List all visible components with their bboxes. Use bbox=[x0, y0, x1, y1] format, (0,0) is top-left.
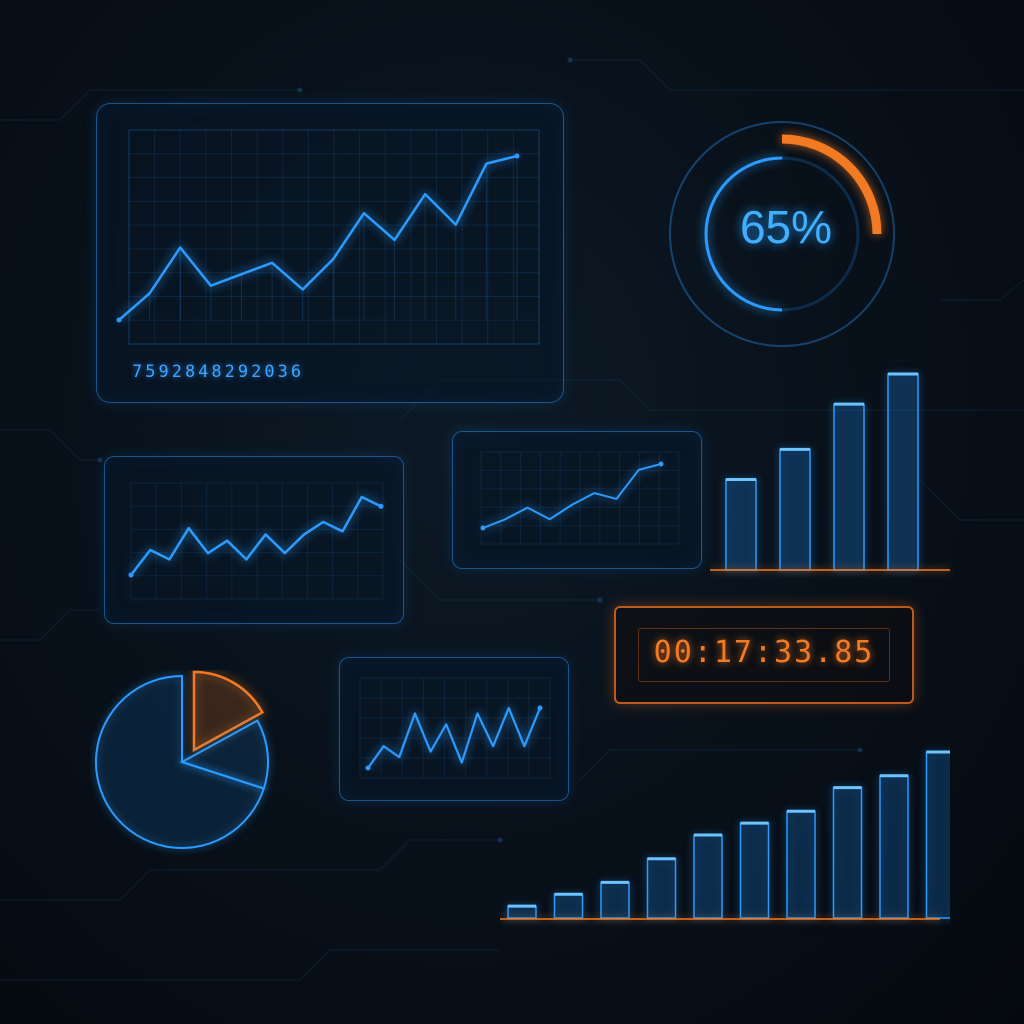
bar-0 bbox=[725, 478, 757, 571]
mini-line-chart-center bbox=[480, 451, 680, 545]
bar-9 bbox=[925, 751, 950, 919]
series-start-point bbox=[116, 317, 122, 323]
digit-readout: 7592848292036 bbox=[132, 362, 305, 382]
bar-2 bbox=[833, 403, 865, 571]
timer-panel: 00:17:33.85 bbox=[614, 606, 914, 704]
bar-7 bbox=[832, 786, 863, 919]
series-start-point bbox=[480, 525, 486, 531]
bar-6 bbox=[786, 810, 816, 919]
gauge-percent-label: 65% bbox=[739, 201, 833, 253]
bar-chart-top bbox=[710, 372, 950, 571]
mini-line-chart-left bbox=[128, 482, 384, 600]
series-line bbox=[118, 154, 518, 321]
bar-3 bbox=[646, 857, 677, 919]
series-end-point bbox=[537, 705, 543, 711]
bar-3 bbox=[887, 373, 919, 571]
series-start-point bbox=[128, 572, 134, 578]
series-line bbox=[130, 495, 382, 576]
series-line bbox=[482, 463, 662, 529]
bar-chart-bottom bbox=[500, 750, 950, 920]
mini-line-chart-left-panel bbox=[104, 456, 404, 624]
mini-line-chart-center-panel bbox=[452, 431, 702, 569]
bar-2 bbox=[600, 881, 630, 919]
series-end-point bbox=[514, 153, 520, 159]
timer-display: 00:17:33.85 bbox=[638, 628, 890, 682]
bar-5 bbox=[739, 822, 770, 919]
bar-0 bbox=[507, 905, 537, 919]
series-end-point bbox=[658, 461, 664, 467]
timer-readout: 00:17:33.85 bbox=[653, 635, 875, 670]
series-end-point bbox=[378, 503, 384, 509]
bar-1 bbox=[779, 448, 811, 571]
main-line-chart-panel bbox=[96, 103, 564, 403]
pie-chart bbox=[95, 670, 269, 849]
bar-4 bbox=[693, 834, 723, 919]
main-line-chart bbox=[116, 129, 540, 345]
series-start-point bbox=[365, 765, 371, 771]
bar-8 bbox=[879, 774, 909, 919]
bar-1 bbox=[553, 893, 584, 919]
